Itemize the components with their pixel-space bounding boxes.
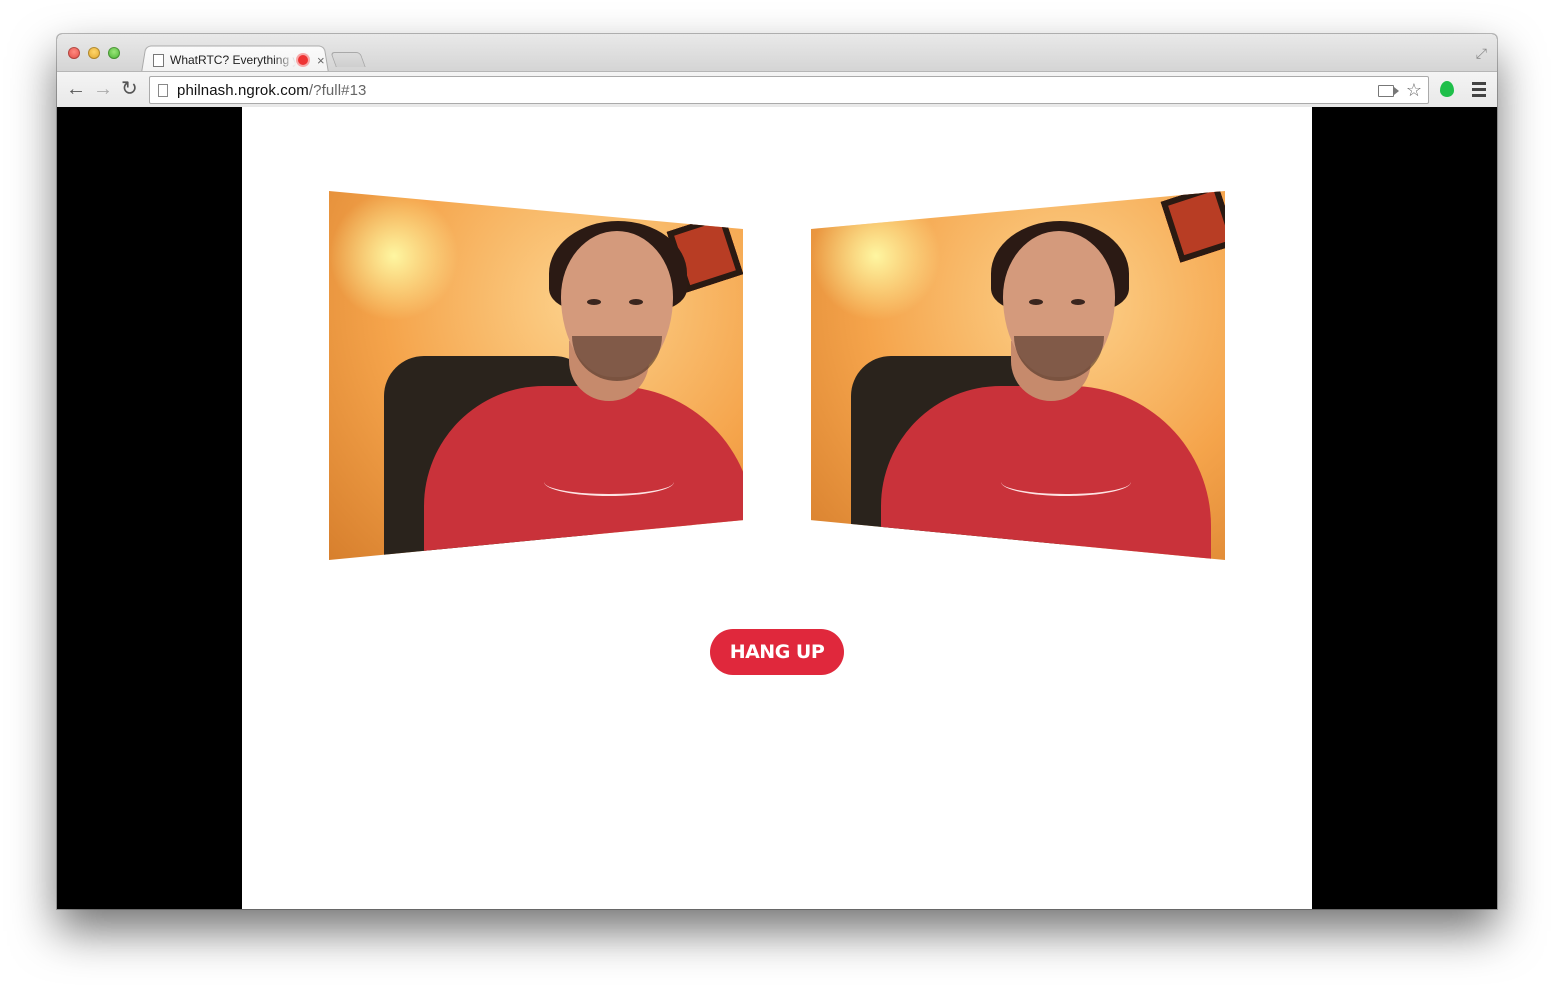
title-bar: WhatRTC? Everything you × ⤢	[57, 34, 1497, 73]
eye	[629, 299, 643, 305]
document-icon	[153, 53, 164, 67]
close-window-button[interactable]	[68, 47, 80, 59]
url-text: philnash.ngrok.com/?full#13	[177, 82, 367, 99]
slide: HANG UP	[242, 107, 1312, 909]
shirt-print	[544, 468, 674, 496]
page-viewport: HANG UP	[57, 107, 1497, 909]
hang-up-button[interactable]: HANG UP	[710, 629, 844, 675]
recording-icon	[298, 55, 308, 65]
video-glow	[811, 191, 941, 321]
eye	[1071, 299, 1085, 305]
shirt-print	[1001, 468, 1131, 496]
extension-icon[interactable]	[1440, 81, 1454, 97]
forward-icon[interactable]: →	[93, 77, 113, 101]
address-bar[interactable]: philnash.ngrok.com/?full#13 ☆	[149, 76, 1429, 104]
video-glow	[329, 191, 459, 321]
eye	[1029, 299, 1043, 305]
browser-window: WhatRTC? Everything you × ⤢ ← → ↻ philna…	[57, 34, 1497, 909]
t-shirt	[881, 386, 1211, 560]
fullscreen-icon[interactable]: ⤢	[1476, 45, 1487, 62]
page-icon	[158, 83, 168, 97]
url-path: /?full#13	[308, 81, 367, 99]
close-icon[interactable]: ×	[317, 53, 325, 68]
back-icon[interactable]: ←	[66, 77, 86, 101]
browser-toolbar: ← → ↻ philnash.ngrok.com/?full#13 ☆	[57, 71, 1497, 109]
eye	[587, 299, 601, 305]
menu-icon[interactable]	[1472, 82, 1486, 100]
reload-icon[interactable]: ↻	[121, 77, 138, 101]
t-shirt	[424, 386, 743, 560]
url-host: philnash.ngrok.com	[177, 81, 309, 99]
star-icon[interactable]: ☆	[1406, 80, 1422, 101]
browser-tab[interactable]: WhatRTC? Everything you ×	[149, 48, 325, 72]
tab-title: WhatRTC? Everything you	[170, 53, 296, 67]
omnibox-actions: ☆	[1377, 80, 1422, 101]
zoom-window-button[interactable]	[108, 47, 120, 59]
local-video	[329, 191, 743, 560]
new-tab-button[interactable]	[330, 52, 366, 67]
camera-icon[interactable]	[1377, 84, 1399, 97]
wall-painting	[1160, 191, 1225, 263]
remote-video	[811, 191, 1225, 560]
minimize-window-button[interactable]	[88, 47, 100, 59]
